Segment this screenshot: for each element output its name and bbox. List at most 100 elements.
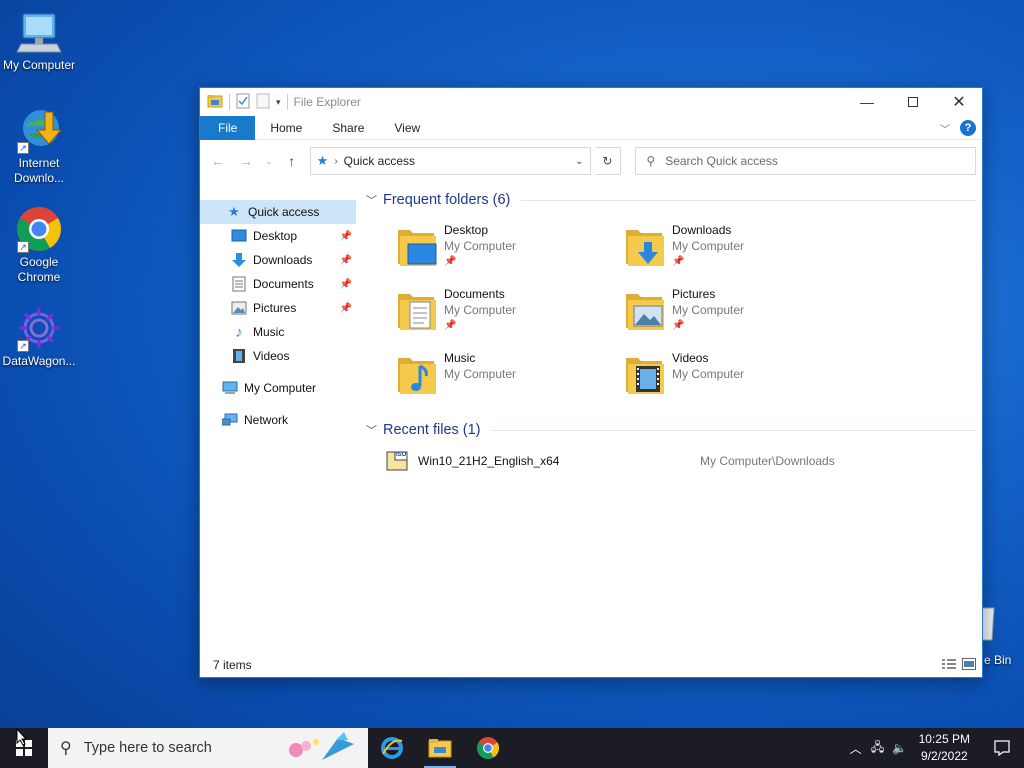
tab-share[interactable]: Share: [317, 116, 379, 140]
search-box[interactable]: ⚲ Search Quick access: [635, 147, 977, 175]
desktop-icon-internet-download-manager[interactable]: ↗ Internet Downlo...: [0, 106, 78, 186]
taskbar-google-chrome[interactable]: [464, 728, 512, 768]
folder-tile-music[interactable]: Music My Computer: [396, 344, 624, 408]
downloads-folder-icon: [624, 222, 668, 270]
recent-file-name: Win10_21H2_English_x64: [418, 454, 560, 468]
folder-icon[interactable]: [207, 93, 223, 112]
sidebar-item-my-computer[interactable]: My Computer: [200, 376, 356, 400]
close-button[interactable]: ✕: [936, 88, 982, 116]
maximize-button[interactable]: [890, 88, 936, 116]
sidebar-item-label: Network: [244, 413, 289, 427]
folder-name: Desktop: [444, 223, 489, 237]
address-bar[interactable]: ★ › Quick access ⌄: [309, 147, 591, 175]
taskbar-file-explorer[interactable]: [416, 728, 464, 768]
file-explorer-window[interactable]: ▾ File Explorer — ✕ File Home Share View…: [199, 87, 983, 678]
desktop-icon-my-computer[interactable]: My Computer: [0, 8, 78, 73]
folder-tile-videos[interactable]: Videos My Computer: [624, 344, 852, 408]
sidebar-item-videos[interactable]: Videos: [200, 344, 356, 368]
taskbar: ⚲ Type here to search ︿ 🖧 🔈 10:25 PM 9/2…: [0, 728, 1024, 768]
datawagon-gear-icon: ↗: [15, 304, 63, 352]
address-dropdown-icon[interactable]: ⌄: [575, 156, 583, 167]
title-bar[interactable]: ▾ File Explorer — ✕: [200, 88, 982, 116]
minimize-button[interactable]: —: [844, 88, 890, 116]
desktop-icon-google-chrome[interactable]: ↗ Google Chrome: [0, 205, 78, 285]
sidebar-item-label: Quick access: [248, 205, 320, 219]
clock-time: 10:25 PM: [918, 732, 970, 746]
up-arrow-icon[interactable]: ↑: [280, 153, 304, 169]
computer-icon: [15, 8, 63, 56]
maximize-icon: [908, 97, 918, 107]
show-hidden-icons-chevron-icon[interactable]: ︿: [845, 740, 867, 757]
details-view-icon[interactable]: [942, 658, 956, 673]
close-icon: ✕: [952, 94, 966, 111]
mouse-cursor-icon: [16, 727, 28, 749]
pin-icon[interactable]: 📌: [340, 303, 352, 314]
sidebar-item-label: Documents: [253, 277, 314, 291]
pin-icon[interactable]: 📌: [340, 279, 352, 290]
sidebar-item-label: Pictures: [253, 301, 297, 315]
sidebar-item-downloads[interactable]: Downloads 📌: [200, 248, 356, 272]
sidebar-item-network[interactable]: Network: [200, 408, 356, 432]
item-count: 7 items: [213, 658, 252, 672]
sidebar-item-documents[interactable]: Documents 📌: [200, 272, 356, 296]
pin-icon: 📌: [444, 256, 457, 267]
chrome-icon: [477, 737, 499, 759]
folder-tile-desktop[interactable]: Desktop My Computer 📌: [396, 216, 624, 280]
network-icon: [222, 412, 238, 428]
frequent-folders-header[interactable]: ﹀ Frequent folders (6): [358, 188, 976, 212]
search-highlight-flowers-icon: [282, 730, 362, 768]
film-icon: [231, 348, 247, 364]
sidebar-item-music[interactable]: ♪ Music: [200, 320, 356, 344]
network-icon[interactable]: 🖧: [867, 738, 889, 759]
iso-badge: ISO: [396, 452, 407, 458]
recent-files-title: Recent files (1): [383, 422, 481, 438]
folder-tile-documents[interactable]: Documents My Computer 📌: [396, 280, 624, 344]
pin-icon: 📌: [672, 256, 685, 267]
folder-location: My Computer: [444, 303, 517, 317]
pictures-folder-icon: [624, 286, 668, 334]
music-note-icon: ♪: [235, 323, 243, 341]
taskbar-internet-explorer[interactable]: [368, 728, 416, 768]
clock[interactable]: 10:25 PM 9/2/2022: [919, 731, 970, 765]
search-input[interactable]: Search Quick access: [665, 154, 778, 168]
help-button[interactable]: ?: [960, 120, 976, 136]
folder-tile-pictures[interactable]: Pictures My Computer 📌: [624, 280, 852, 344]
taskbar-search-input[interactable]: Type here to search: [84, 740, 212, 756]
desktop-folder-icon: [231, 228, 247, 244]
expand-ribbon-icon[interactable]: ﹀: [940, 121, 950, 136]
pin-icon[interactable]: 📌: [340, 231, 352, 242]
tab-view[interactable]: View: [379, 116, 435, 140]
refresh-button[interactable]: ↻: [594, 147, 622, 175]
volume-icon[interactable]: 🔈: [889, 741, 911, 755]
window-controls: — ✕: [844, 88, 982, 116]
forward-arrow-icon[interactable]: →: [234, 153, 258, 169]
recent-files-header[interactable]: ﹀ Recent files (1): [358, 418, 976, 442]
sidebar-item-label: Desktop: [253, 229, 298, 243]
sidebar-item-pictures[interactable]: Pictures 📌: [200, 296, 356, 320]
navigation-pane: ★ Quick access Desktop 📌 Downloads 📌 Doc…: [200, 200, 356, 653]
recent-locations-icon[interactable]: ⌄: [262, 156, 276, 167]
collapse-chevron-icon: ﹀: [366, 425, 377, 437]
new-folder-icon[interactable]: [256, 93, 270, 112]
tab-file[interactable]: File: [200, 115, 256, 140]
navigation-bar: ← → ⌄ ↑ ★ › Quick access ⌄ ↻ ⚲ Search Qu…: [200, 140, 982, 182]
properties-icon[interactable]: [236, 93, 250, 112]
sidebar-item-desktop[interactable]: Desktop 📌: [200, 224, 356, 248]
refresh-icon: ↻: [602, 154, 613, 168]
recent-file-row[interactable]: ISO Win10_21H2_English_x64 My Computer\D…: [358, 446, 976, 476]
taskbar-search-box[interactable]: ⚲ Type here to search: [48, 728, 368, 768]
breadcrumb[interactable]: Quick access: [344, 154, 415, 168]
ribbon-right: ﹀ ?: [940, 120, 976, 136]
customize-toolbar-dropdown-icon[interactable]: ▾: [276, 97, 281, 108]
action-center-button[interactable]: [980, 728, 1024, 768]
large-icons-view-icon[interactable]: [962, 658, 976, 673]
notification-icon: [994, 740, 1010, 756]
tab-home[interactable]: Home: [255, 116, 317, 140]
desktop-icon-datawagon[interactable]: ↗ DataWagon...: [0, 304, 78, 369]
back-arrow-icon[interactable]: ←: [206, 153, 230, 169]
sidebar-item-quick-access[interactable]: ★ Quick access: [200, 200, 356, 224]
folder-tile-downloads[interactable]: Downloads My Computer 📌: [624, 216, 852, 280]
star-icon: ★: [228, 204, 240, 219]
divider: [490, 429, 976, 431]
pin-icon[interactable]: 📌: [340, 255, 352, 266]
